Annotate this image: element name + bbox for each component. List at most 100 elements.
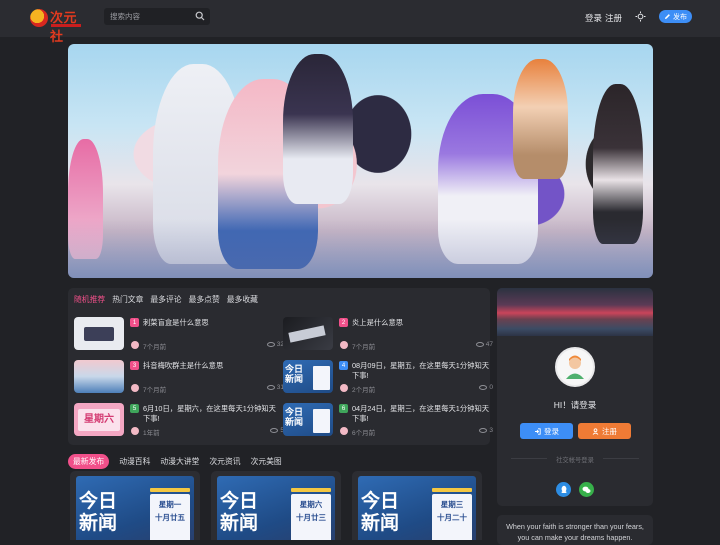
tab-latest[interactable]: 最新发布: [68, 454, 110, 469]
news-date-panel: 星期六 十月廿三: [291, 494, 331, 540]
post-tabs: 随机推荐 热门文章 最多评论 最多点赞 最多收藏: [74, 294, 258, 305]
post-item[interactable]: 1 刺菜盲盒是什么意思 7个月前 32: [74, 317, 284, 351]
post-title[interactable]: 抖音梅吹群主是什么意思: [143, 361, 283, 371]
login-cover-image: [497, 288, 653, 336]
view-count: 47: [485, 341, 493, 348]
post-title[interactable]: 04月24日，星期三，在这里每天1分钟知天下事!: [352, 404, 492, 424]
news-strip: [432, 488, 472, 492]
news-date-panel: 星期一 十月廿五: [150, 494, 190, 540]
banner-shade: [68, 219, 653, 278]
news-weekday: 星期三: [440, 500, 464, 509]
register-button-label: 注册: [602, 426, 617, 436]
post-thumbnail[interactable]: [74, 360, 124, 393]
post-thumbnail[interactable]: 今日 新闻: [283, 403, 333, 436]
news-card[interactable]: 今日新闻 星期一 十月廿五: [70, 471, 200, 540]
news-image[interactable]: 今日新闻 星期三 十月二十: [358, 476, 476, 540]
qq-icon: [561, 485, 566, 493]
news-strip: [150, 488, 190, 492]
register-button[interactable]: 注册: [578, 423, 631, 439]
rank-badge: 3: [130, 361, 139, 370]
search-input[interactable]: [104, 8, 194, 25]
news-headline: 今日新闻: [220, 490, 259, 534]
wechat-login-button[interactable]: [579, 482, 594, 497]
tab-anime-lecture[interactable]: 动漫大讲堂: [160, 456, 199, 467]
tab-gallery[interactable]: 次元美图: [251, 456, 282, 467]
post-views: 31: [266, 384, 284, 391]
tab-random[interactable]: 随机推荐: [74, 294, 105, 305]
news-image[interactable]: 今日新闻 星期六 十月廿三: [217, 476, 335, 540]
post-item[interactable]: 3 抖音梅吹群主是什么意思 7个月前 31: [74, 360, 284, 394]
avatar: [340, 427, 348, 435]
post-time: 7个月前: [352, 344, 376, 351]
post-title[interactable]: 6月10日，星期六，在这里每天1分钟知天下事!: [143, 404, 283, 424]
rank-badge: 5: [130, 404, 139, 413]
avatar: [340, 341, 348, 349]
user-icon: [592, 427, 599, 435]
banner-figure: [283, 54, 353, 204]
register-link[interactable]: 注册: [605, 12, 622, 24]
eye-icon: [266, 385, 275, 390]
post-title[interactable]: 炎上是什么意思: [352, 318, 492, 328]
default-avatar-icon: [566, 355, 584, 379]
logo-underline: [51, 24, 81, 27]
post-time: 7个月前: [143, 387, 167, 394]
post-item[interactable]: 今日 新闻 6 04月24日，星期三，在这里每天1分钟知天下事! 6个月前 3: [283, 403, 493, 437]
view-count: 3: [489, 427, 493, 434]
publish-label: 发布: [673, 13, 687, 21]
post-title[interactable]: 08月09日，星期五，在这里每天1分钟知天下事!: [352, 361, 492, 381]
tab-favorites[interactable]: 最多收藏: [227, 294, 258, 305]
login-greeting: HI！请登录: [553, 400, 597, 410]
banner-figure: [513, 59, 568, 179]
post-thumbnail[interactable]: [283, 317, 333, 350]
eye-icon: [266, 342, 275, 347]
post-time: 6个月前: [352, 430, 376, 437]
news-weekday: 星期一: [158, 500, 182, 509]
post-title[interactable]: 刺菜盲盒是什么意思: [143, 318, 283, 328]
login-button-label: 登录: [544, 426, 559, 436]
post-thumbnail[interactable]: [74, 317, 124, 350]
eye-icon: [479, 385, 488, 390]
post-thumbnail[interactable]: 今日 新闻: [283, 360, 333, 393]
news-strip: [291, 488, 331, 492]
news-lunar-date: 十月二十: [437, 513, 467, 522]
wechat-icon: [582, 486, 591, 493]
news-card[interactable]: 今日新闻 星期三 十月二十: [352, 471, 482, 540]
tab-hot[interactable]: 热门文章: [112, 294, 143, 305]
login-card: HI！请登录 登录 注册 社交帐号登录: [497, 288, 653, 506]
tab-anime-wiki[interactable]: 动漫百科: [119, 456, 150, 467]
news-lunar-date: 十月廿五: [155, 513, 185, 522]
post-views: 47: [475, 341, 493, 348]
tab-comments[interactable]: 最多评论: [150, 294, 181, 305]
news-date-panel: 星期三 十月二十: [432, 494, 472, 540]
avatar: [131, 341, 139, 349]
post-thumbnail[interactable]: 星期六: [74, 403, 124, 436]
post-item[interactable]: 星期六 5 6月10日，星期六，在这里每天1分钟知天下事! 1年前 5: [74, 403, 284, 437]
hero-banner[interactable]: [68, 44, 653, 278]
post-views: 32: [266, 341, 284, 348]
avatar: [131, 427, 139, 435]
quote-line: When your faith is stronger than your fe…: [506, 522, 644, 531]
tab-news[interactable]: 次元资讯: [209, 456, 240, 467]
post-views: 3: [479, 427, 493, 434]
login-button[interactable]: 登录: [520, 423, 573, 439]
quote-line: you can make your dreams happen.: [517, 533, 633, 542]
publish-button[interactable]: 发布: [659, 10, 692, 23]
post-item[interactable]: 今日 新闻 4 08月09日，星期五，在这里每天1分钟知天下事! 2个月前 0: [283, 360, 493, 394]
post-time: 7个月前: [143, 344, 167, 351]
news-weekday: 星期六: [299, 500, 323, 509]
post-item[interactable]: 2 炎上是什么意思 7个月前 47: [283, 317, 493, 351]
news-card[interactable]: 今日新闻 星期六 十月廿三: [211, 471, 341, 540]
quote-card: When your faith is stronger than your fe…: [497, 515, 653, 545]
qq-login-button[interactable]: [556, 482, 571, 497]
login-link[interactable]: 登录: [585, 12, 602, 24]
tab-likes[interactable]: 最多点赞: [189, 294, 220, 305]
news-headline: 今日新闻: [361, 490, 400, 534]
search-icon[interactable]: [195, 11, 205, 21]
post-views: 0: [479, 384, 493, 391]
eye-icon: [270, 428, 279, 433]
top-header: 次元社 登录 注册 发布: [0, 0, 720, 45]
site-logo[interactable]: 次元社: [30, 6, 90, 45]
sun-icon[interactable]: [635, 11, 646, 22]
login-icon: [535, 427, 541, 435]
news-image[interactable]: 今日新闻 星期一 十月廿五: [76, 476, 194, 540]
